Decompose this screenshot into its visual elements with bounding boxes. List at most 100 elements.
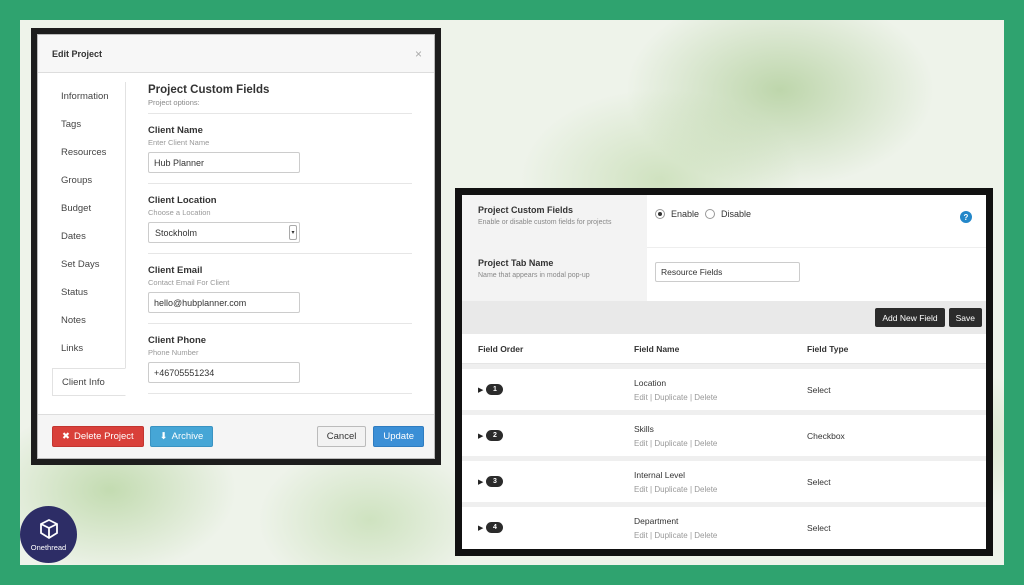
duplicate-link[interactable]: Duplicate [654,531,687,540]
download-icon: ⬇ [159,431,168,442]
client-phone-label: Client Phone [148,335,207,346]
save-button[interactable]: Save [948,308,982,327]
sidebar-item-status[interactable]: Status [52,278,125,306]
client-location-value: Stockholm [155,227,198,238]
tab-name-input[interactable] [655,262,800,282]
delete-project-button[interactable]: ✖ Delete Project [52,426,144,447]
sidebar-item-budget[interactable]: Budget [52,194,125,222]
fields-toolbar: Add New Field Save [462,301,986,334]
header-field-type: Field Type [807,343,849,354]
client-location-select[interactable]: Stockholm ▾ [148,222,300,243]
sidebar-item-links[interactable]: Links [52,334,125,362]
order-badge: 4 [486,522,504,533]
field-name: Department [634,515,679,526]
client-email-block: Client Email Contact Email For Client [148,254,412,324]
field-type: Checkbox [807,430,845,441]
help-icon[interactable]: ? [960,211,972,223]
action-separator: | [650,392,653,402]
custom-fields-help: Enable or disable custom fields for proj… [478,219,612,226]
logo-text: Onethread [30,542,67,552]
caret-right-icon[interactable]: ▶ [478,524,483,532]
client-name-label: Client Name [148,125,203,136]
delete-link[interactable]: Delete [694,485,717,494]
sidebar-item-notes[interactable]: Notes [52,306,125,334]
order-cell: ▶ 1 [462,384,634,395]
client-location-label: Client Location [148,195,217,206]
modal-body: Project Custom Fields Project options: C… [148,82,412,394]
edit-project-frame: Edit Project × Information Tags Resource… [31,28,441,465]
archive-button[interactable]: ⬇ Archive [149,426,214,447]
caret-right-icon[interactable]: ▶ [478,478,483,486]
edit-link[interactable]: Edit [634,531,648,540]
action-separator: | [689,438,693,448]
order-badge: 2 [486,430,504,441]
enable-radio[interactable] [655,209,665,219]
disable-radio[interactable] [705,209,716,219]
client-phone-help: Phone Number [148,348,199,357]
archive-label: Archive [171,431,204,442]
close-circle-icon: ✖ [62,431,70,442]
duplicate-link[interactable]: Duplicate [654,485,687,494]
duplicate-link[interactable]: Duplicate [654,439,687,448]
name-cell: Skills Edit | Duplicate | Delete [634,424,807,448]
cancel-button[interactable]: Cancel [316,426,367,447]
sidebar-item-tags[interactable]: Tags [52,110,125,138]
field-name: Skills [634,423,654,434]
name-cell: Department Edit | Duplicate | Delete [634,516,807,540]
tab-name-label-cell: Project Tab Name Name that appears in mo… [462,248,647,301]
edit-project-modal: Edit Project × Information Tags Resource… [37,34,435,459]
table-row: ▶ 2 Skills Edit | Duplicate | Delete Che… [462,410,986,456]
client-name-help: Enter Client Name [148,138,210,147]
section-subtitle: Project options: [148,98,412,114]
client-name-block: Client Name Enter Client Name [148,114,412,184]
delete-link[interactable]: Delete [694,439,717,448]
table-row: ▶ 3 Internal Level Edit | Duplicate | De… [462,456,986,502]
sidebar-item-groups[interactable]: Groups [52,166,125,194]
edit-link[interactable]: Edit [634,439,648,448]
action-separator: | [650,438,653,448]
edit-link[interactable]: Edit [634,393,648,402]
client-name-input[interactable] [148,152,300,173]
order-cell: ▶ 2 [462,430,634,441]
action-separator: | [689,530,693,540]
delete-project-label: Delete Project [73,431,134,442]
delete-link[interactable]: Delete [694,393,717,402]
order-cell: ▶ 3 [462,476,634,487]
field-actions: Edit | Duplicate | Delete [634,439,807,448]
duplicate-link[interactable]: Duplicate [654,393,687,402]
field-type: Select [807,384,831,395]
custom-fields-label: Project Custom Fields [478,205,574,215]
client-phone-input[interactable] [148,362,300,383]
select-arrow-icon: ▾ [289,225,297,240]
header-field-name: Field Name [634,343,680,354]
caret-right-icon[interactable]: ▶ [478,386,483,394]
client-email-input[interactable] [148,292,300,313]
add-new-field-button[interactable]: Add New Field [875,308,945,327]
sidebar-item-information[interactable]: Information [52,82,125,110]
sidebar-item-resources[interactable]: Resources [52,138,125,166]
edit-link[interactable]: Edit [634,485,648,494]
table-row: ▶ 1 Location Edit | Duplicate | Delete S… [462,364,986,410]
update-button[interactable]: Update [373,426,424,447]
delete-link[interactable]: Delete [694,531,717,540]
field-actions: Edit | Duplicate | Delete [634,531,807,540]
tab-name-label: Project Tab Name [478,258,554,268]
custom-fields-frame: Project Custom Fields Enable or disable … [455,188,993,556]
caret-right-icon[interactable]: ▶ [478,432,483,440]
modal-sidebar: Information Tags Resources Groups Budget… [52,82,126,396]
client-location-help: Choose a Location [148,208,211,217]
sidebar-item-dates[interactable]: Dates [52,222,125,250]
modal-title: Edit Project [52,48,103,59]
sidebar-item-client-info[interactable]: Client Info [52,368,126,396]
custom-fields-panel: Project Custom Fields Enable or disable … [462,195,986,549]
modal-footer: ✖ Delete Project ⬇ Archive Cancel Update [38,414,434,458]
client-location-block: Client Location Choose a Location Stockh… [148,184,412,254]
sidebar-item-set-days[interactable]: Set Days [52,250,125,278]
fields-table-header: Field Order Field Name Field Type [462,334,986,364]
disable-label: Disable [721,209,752,219]
onethread-logo: Onethread [20,506,77,563]
close-icon[interactable]: × [415,47,422,61]
enable-disable-radio-group: Enable Disable [655,209,986,219]
client-phone-block: Client Phone Phone Number [148,324,412,394]
field-type: Select [807,522,831,533]
